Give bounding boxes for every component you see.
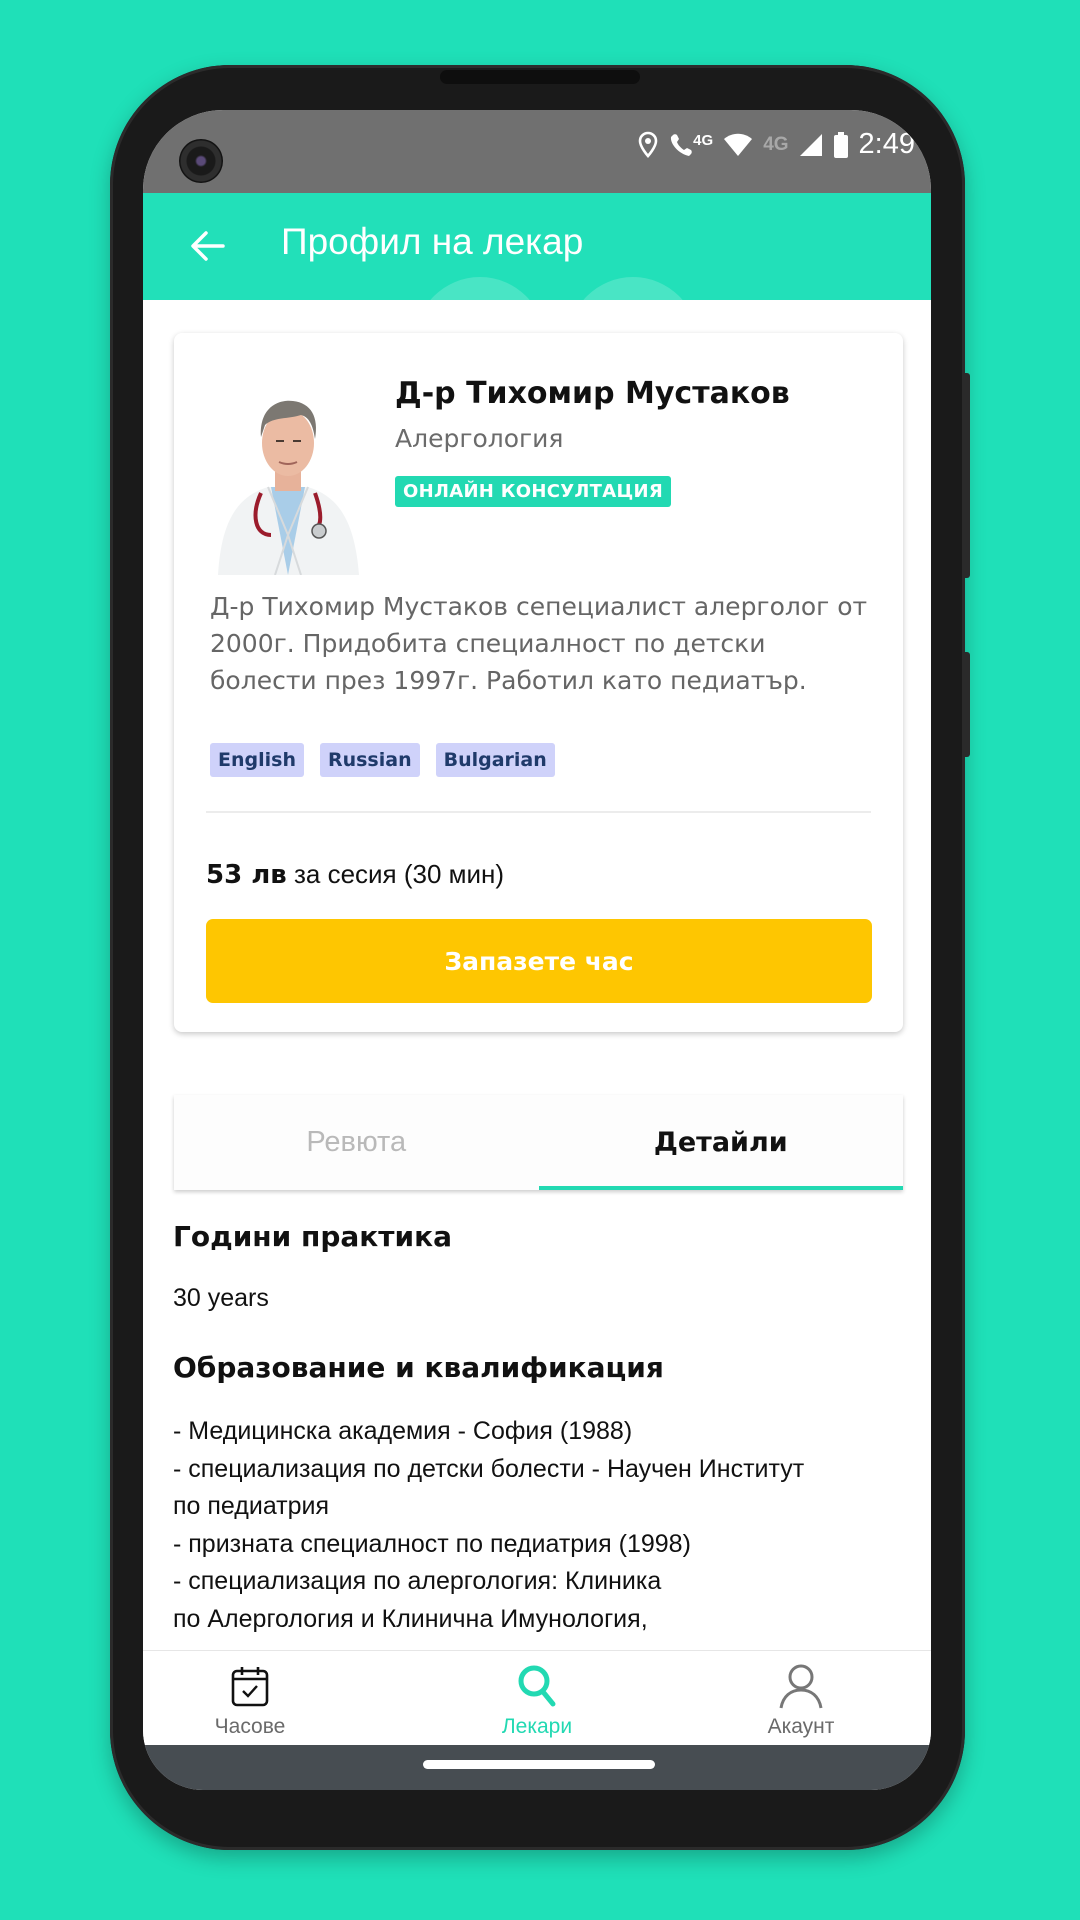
phone-speaker: [440, 70, 640, 84]
clock: 2:49: [858, 128, 915, 160]
education-line: по Алергология и Клинична Имунология,: [173, 1604, 648, 1633]
language-chips: English Russian Bulgarian: [210, 743, 555, 777]
nav-account[interactable]: Акаунт: [721, 1651, 881, 1746]
divider: [206, 811, 871, 813]
education-line: - специализация по алергология: Клиника: [173, 1567, 662, 1595]
language-chip: Russian: [319, 743, 420, 777]
doctor-specialty: Алергология: [395, 424, 564, 453]
back-button[interactable]: [183, 223, 233, 273]
profile-tabs: Ревюта Детайли: [174, 1095, 903, 1190]
practice-years-value: 30 years: [173, 1284, 269, 1312]
decorative-bubble: [415, 277, 545, 300]
page-title: Профил на лекар: [281, 221, 584, 262]
system-navigation-area: [143, 1745, 931, 1790]
price-amount: 53 лв: [206, 860, 287, 890]
education-heading: Образование и квалификация: [173, 1351, 664, 1384]
education-line: - призната специалност по педиатрия (199…: [173, 1529, 691, 1558]
doctor-bio: Д-р Тихомир Мустаков сепециалист алергол…: [210, 592, 868, 695]
volte-call-icon: 4G: [669, 132, 713, 158]
power-button: [962, 652, 970, 757]
phone-screen: 4G 4G 2:49 Профил на лекар Д-р Тихомир М…: [143, 110, 931, 1790]
language-chip: English: [210, 743, 304, 777]
education-line: - специализация по детски болести - Науч…: [173, 1454, 805, 1483]
cell-signal-icon: [799, 133, 823, 157]
book-appointment-button[interactable]: Запазете час: [206, 919, 872, 1003]
education-list: - Медицинска академия - София (1988) - с…: [173, 1413, 913, 1638]
status-bar: 4G 4G 2:49: [143, 110, 931, 193]
calendar-check-icon: [230, 1661, 270, 1711]
tab-details[interactable]: Детайли: [538, 1095, 904, 1190]
bottom-navigation: Часове Лекари Акаунт: [143, 1650, 931, 1745]
status-icons: 4G 4G 2:49: [637, 128, 915, 161]
battery-icon: [833, 131, 849, 158]
price-suffix: за сесия (30 мин): [286, 859, 505, 889]
wifi-icon: [723, 133, 753, 157]
arrow-left-icon: [190, 230, 226, 266]
online-consultation-badge: ОНЛАЙН КОНСУЛТАЦИЯ: [395, 476, 671, 507]
education-line: - Медицинска академия - София (1988): [173, 1417, 633, 1445]
doctor-card: Д-р Тихомир Мустаков Алергология ОНЛАЙН …: [174, 333, 903, 1032]
doctor-name: Д-р Тихомир Мустаков: [395, 376, 790, 411]
app-bar: Профил на лекар: [143, 193, 931, 300]
search-icon: [517, 1661, 557, 1711]
front-camera: [179, 139, 223, 183]
decorative-bubble: [568, 277, 698, 300]
education-line: по педиатрия: [173, 1492, 330, 1520]
session-price: 53 лв за сесия (30 мин): [206, 859, 504, 890]
home-gesture-bar[interactable]: [423, 1760, 655, 1769]
language-chip: Bulgarian: [435, 743, 555, 777]
user-icon: [777, 1661, 825, 1711]
tab-reviews[interactable]: Ревюта: [174, 1095, 539, 1190]
nav-appointments[interactable]: Часове: [170, 1651, 330, 1746]
location-icon: [637, 131, 659, 159]
practice-years-heading: Години практика: [173, 1220, 453, 1253]
data-network-label: 4G: [763, 133, 789, 155]
doctor-photo: [213, 385, 363, 576]
nav-doctors[interactable]: Лекари: [457, 1651, 617, 1746]
volume-button: [962, 373, 970, 578]
